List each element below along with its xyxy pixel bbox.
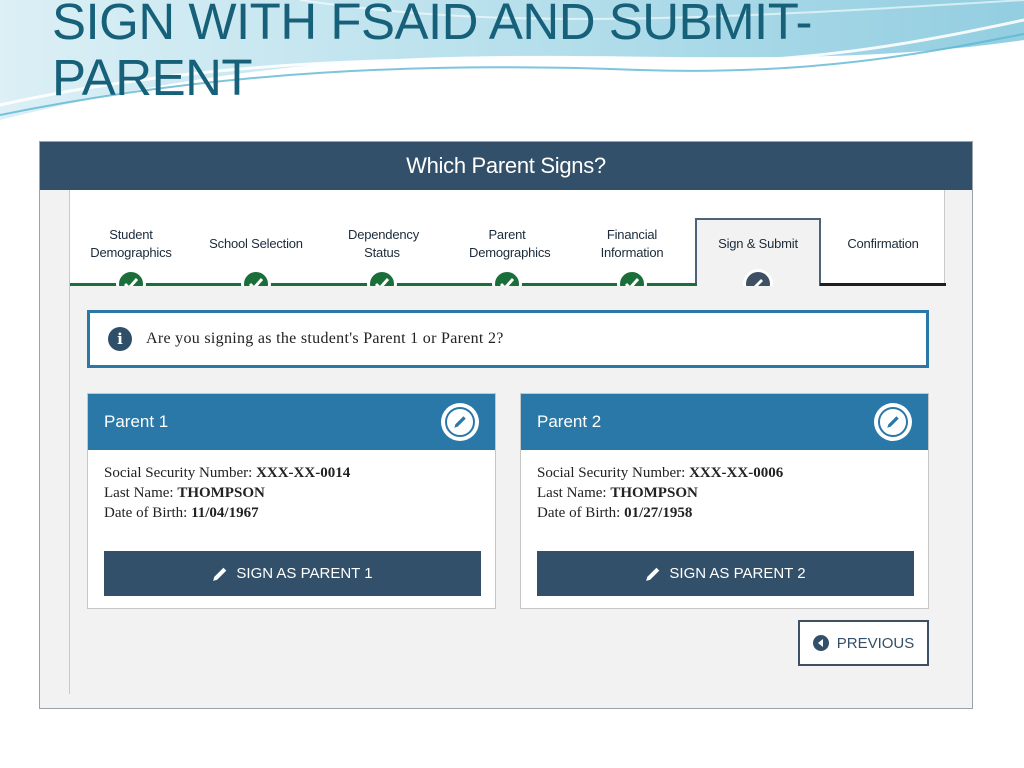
step-confirmation: Confirmation [823, 235, 943, 253]
step-label: Confirmation [847, 236, 919, 251]
progress-bar: Student Demographics School Selection De… [70, 190, 946, 299]
fafsa-screenshot: Which Parent Signs? Student Demographics… [39, 141, 973, 709]
last-name-row: Last Name: THOMPSON [104, 485, 265, 501]
step-school-selection[interactable]: School Selection [196, 235, 316, 253]
step-label: Sign & Submit [718, 236, 798, 251]
ssn-value: XXX-XX-0014 [256, 465, 351, 481]
pencil-icon [213, 567, 227, 581]
parent-1-card: Parent 1 Social Security Number: XXX-XX-… [87, 393, 496, 609]
dob-row: Date of Birth: 11/04/1967 [104, 505, 259, 521]
info-alert: i Are you signing as the student's Paren… [87, 310, 929, 368]
main-content: Student Demographics School Selection De… [69, 190, 946, 694]
ssn-value: XXX-XX-0006 [689, 465, 784, 481]
pencil-icon [646, 567, 660, 581]
page-header: Which Parent Signs? [40, 142, 972, 190]
card-title: Parent 1 [104, 412, 169, 431]
card-header: Parent 2 [521, 394, 928, 450]
alert-text: Are you signing as the student's Parent … [146, 330, 504, 347]
step-sign-submit[interactable]: Sign & Submit [698, 235, 818, 253]
step-label: Dependency Status [348, 227, 419, 260]
step-financial-information[interactable]: Financial Information [572, 226, 692, 262]
ssn-row: Social Security Number: XXX-XX-0006 [537, 465, 784, 481]
ssn-row: Social Security Number: XXX-XX-0014 [104, 465, 351, 481]
chevron-left-icon [812, 635, 829, 651]
card-title: Parent 2 [537, 412, 602, 431]
slide-title: SIGN WITH FSAID AND SUBMIT- PARENT [52, 0, 813, 106]
step-label: Financial Information [600, 227, 664, 260]
step-label: Student Demographics [90, 227, 172, 260]
page-header-title: Which Parent Signs? [406, 153, 606, 178]
dob-value: 01/27/1958 [624, 505, 693, 521]
dob-row: Date of Birth: 01/27/1958 [537, 505, 693, 521]
last-name-value: THOMPSON [610, 485, 698, 501]
last-name-value: THOMPSON [177, 485, 265, 501]
step-student-demographics[interactable]: Student Demographics [71, 226, 191, 262]
edit-badge-icon [441, 403, 479, 441]
card-body: Social Security Number: XXX-XX-0006 Last… [521, 450, 928, 523]
last-name-row: Last Name: THOMPSON [537, 485, 698, 501]
step-dependency-status[interactable]: Dependency Status [322, 226, 442, 262]
step-label: School Selection [209, 236, 303, 251]
previous-button[interactable]: PREVIOUS [798, 620, 929, 666]
step-parent-demographics[interactable]: Parent Demographics [447, 226, 567, 262]
parent-2-card: Parent 2 Social Security Number: XXX-XX-… [520, 393, 929, 609]
sign-as-parent-2-button[interactable]: SIGN AS PARENT 2 [537, 551, 914, 596]
edit-badge-icon [874, 403, 912, 441]
dob-value: 11/04/1967 [191, 505, 259, 521]
card-body: Social Security Number: XXX-XX-0014 Last… [88, 450, 495, 523]
sign-as-parent-1-button[interactable]: SIGN AS PARENT 1 [104, 551, 481, 596]
info-icon: i [108, 327, 132, 351]
step-label: Parent Demographics [469, 227, 551, 260]
card-header: Parent 1 [88, 394, 495, 450]
